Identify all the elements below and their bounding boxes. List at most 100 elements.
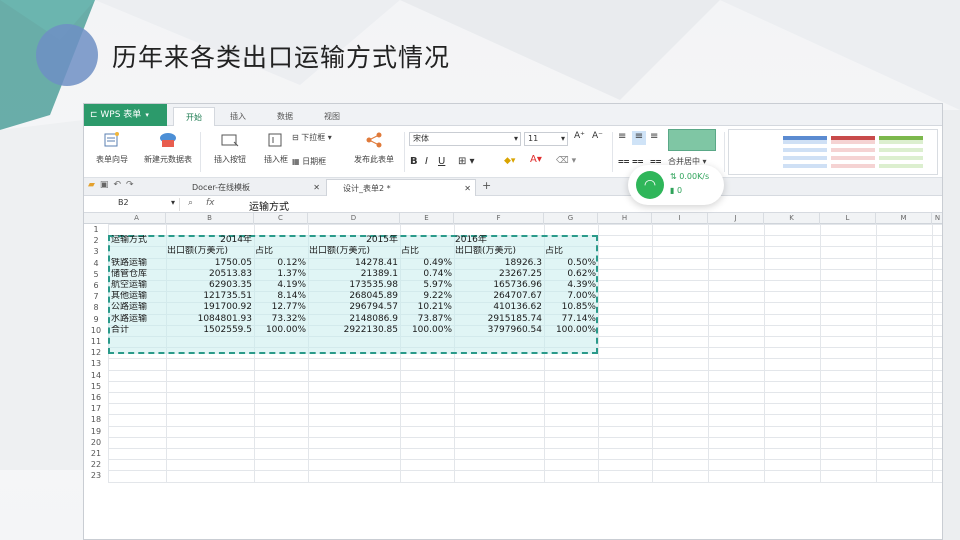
column-header[interactable]: K [764, 213, 820, 224]
table-cell[interactable]: 5.97% [401, 280, 452, 291]
table-cell[interactable]: 410136.62 [455, 302, 542, 313]
table-cell[interactable]: 20513.83 [167, 269, 252, 280]
table-cell[interactable]: 0.62% [545, 269, 596, 280]
table-cell[interactable]: 其他运输 [111, 291, 164, 302]
close-icon[interactable]: ✕ [464, 180, 471, 197]
table-cell[interactable]: 7.00% [545, 291, 596, 302]
table-style-green[interactable] [879, 136, 923, 168]
font-grow-icon[interactable]: A⁺ [574, 131, 585, 141]
column-header[interactable]: G [544, 213, 598, 224]
column-header[interactable]: A [108, 213, 166, 224]
table-cell[interactable]: 运输方式 [111, 235, 164, 246]
new-tab-icon[interactable]: + [482, 179, 491, 192]
table-cell[interactable]: 出口额(万美元) [309, 246, 398, 257]
row-header[interactable]: 23 [84, 470, 108, 481]
table-cell[interactable]: 12.77% [255, 302, 306, 313]
insert-button-button[interactable]: 插入按钮 [202, 130, 258, 165]
italic-icon[interactable]: I [425, 156, 428, 167]
close-icon[interactable]: ✕ [313, 179, 320, 196]
table-cell[interactable]: 1084801.93 [167, 314, 252, 325]
table-cell[interactable]: 23267.25 [455, 269, 542, 280]
row-header[interactable]: 3 [84, 246, 108, 257]
row-header[interactable]: 16 [84, 392, 108, 403]
insert-box-button[interactable]: 插入框 [256, 130, 296, 165]
row-header[interactable]: 11 [84, 336, 108, 347]
table-cell[interactable]: 水路运输 [111, 314, 164, 325]
table-cell[interactable]: 21389.1 [309, 269, 398, 280]
table-cell[interactable]: 1502559.5 [167, 325, 252, 336]
zoom-icon[interactable]: ⌕ [188, 198, 193, 208]
table-cell[interactable]: 0.12% [255, 258, 306, 269]
fx-label[interactable]: fx [206, 198, 215, 208]
table-cell[interactable]: 100.00% [401, 325, 452, 336]
row-header[interactable]: 13 [84, 358, 108, 369]
table-cell[interactable]: 165736.96 [455, 280, 542, 291]
valign-top-icon[interactable]: ⩵ [618, 156, 629, 167]
column-header[interactable]: L [820, 213, 876, 224]
row-header[interactable]: 9 [84, 314, 108, 325]
clear-format-icon[interactable]: ⌫ ▾ [556, 156, 576, 166]
row-header[interactable]: 5 [84, 269, 108, 280]
table-cell[interactable]: 0.50% [545, 258, 596, 269]
table-cell[interactable]: 14278.41 [309, 258, 398, 269]
font-shrink-icon[interactable]: A⁻ [592, 131, 603, 141]
table-cell[interactable]: 73.32% [255, 314, 306, 325]
table-cell[interactable]: 2148086.9 [309, 314, 398, 325]
column-header[interactable]: H [598, 213, 652, 224]
table-cell[interactable]: 铁路运输 [111, 258, 164, 269]
column-header[interactable]: B [166, 213, 254, 224]
redo-icon[interactable]: ↷ [126, 180, 139, 190]
save-icon[interactable]: ▣ [100, 180, 114, 190]
table-cell[interactable]: 264707.67 [455, 291, 542, 302]
table-cell[interactable]: 4.19% [255, 280, 306, 291]
undo-icon[interactable]: ↶ [113, 180, 126, 190]
row-header[interactable]: 2 [84, 235, 108, 246]
table-cell[interactable]: 2014年 [167, 235, 252, 246]
column-header[interactable]: F [454, 213, 544, 224]
formula-input[interactable]: 运输方式 [249, 198, 289, 213]
form-wizard-button[interactable]: 表单向导 [84, 130, 140, 165]
publish-form-button[interactable]: 发布此表单 [346, 130, 402, 165]
table-cell[interactable]: 3797960.54 [455, 325, 542, 336]
column-header[interactable]: D [308, 213, 400, 224]
table-cell[interactable]: 8.14% [255, 291, 306, 302]
column-header[interactable]: N [932, 213, 942, 224]
row-header[interactable]: 1 [84, 224, 108, 235]
column-header[interactable]: J [708, 213, 764, 224]
font-size-select[interactable]: 11 ▾ [524, 132, 568, 146]
new-data-form-button[interactable]: 新建元数据表 [138, 130, 198, 165]
font-color-icon[interactable]: A▾ [530, 154, 542, 165]
underline-icon[interactable]: U [438, 156, 445, 167]
table-cell[interactable]: 1.37% [255, 269, 306, 280]
table-cell[interactable]: 2915185.74 [455, 314, 542, 325]
row-header[interactable]: 14 [84, 370, 108, 381]
fill-color-icon[interactable]: ◆▾ [504, 156, 515, 166]
table-cell[interactable]: 公路运输 [111, 302, 164, 313]
table-cell[interactable]: 4.39% [545, 280, 596, 291]
table-cell[interactable]: 占比 [255, 246, 306, 257]
table-cell[interactable]: 296794.57 [309, 302, 398, 313]
table-cell[interactable]: 1750.05 [167, 258, 252, 269]
row-header[interactable]: 15 [84, 381, 108, 392]
row-header[interactable]: 7 [84, 291, 108, 302]
table-cell[interactable]: 合计 [111, 325, 164, 336]
bold-icon[interactable]: B [410, 156, 418, 167]
wps-menu-button[interactable]: ⊏ WPS 表单 ▾ [84, 104, 167, 126]
table-cell[interactable]: 出口额(万美元) [167, 246, 252, 257]
table-style-blue[interactable] [783, 136, 827, 168]
dropdown-button[interactable]: ⊟ 下拉框 ▾ [292, 132, 332, 143]
row-header[interactable]: 6 [84, 280, 108, 291]
row-header[interactable]: 4 [84, 258, 108, 269]
font-name-select[interactable]: 宋体 ▾ [409, 132, 521, 146]
table-cell[interactable]: 0.74% [401, 269, 452, 280]
column-header[interactable]: M [876, 213, 932, 224]
date-box-button[interactable]: ▦ 日期框 [292, 156, 326, 167]
table-cell[interactable]: 18926.3 [455, 258, 542, 269]
align-center-icon[interactable]: ≡ [632, 131, 646, 145]
align-right-icon[interactable]: ≡ [650, 131, 658, 142]
row-header[interactable]: 18 [84, 414, 108, 425]
table-cell[interactable]: 191700.92 [167, 302, 252, 313]
row-header[interactable]: 20 [84, 437, 108, 448]
table-cell[interactable]: 0.49% [401, 258, 452, 269]
table-cell[interactable]: 62903.35 [167, 280, 252, 291]
